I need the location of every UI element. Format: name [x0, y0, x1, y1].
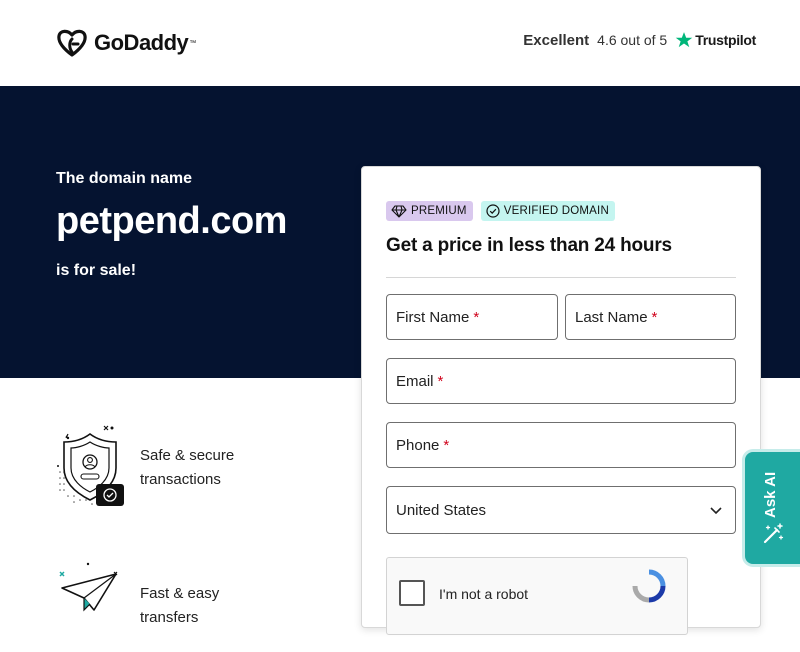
hero-post-text: is for sale! [56, 262, 137, 279]
recaptcha-logo-icon [632, 569, 666, 603]
first-name-field[interactable]: First Name * [386, 294, 558, 340]
trustpilot-text: Trustpilot [695, 32, 756, 48]
logo-text: GoDaddy [94, 30, 189, 55]
check-circle-icon [486, 204, 500, 218]
country-select[interactable]: United States [386, 486, 736, 534]
trustpilot-rating[interactable]: Excellent 4.6 out of 5 Trustpilot [523, 31, 756, 49]
top-bar: GoDaddy ™ Excellent 4.6 out of 5 Trustpil… [0, 0, 800, 86]
required-mark: * [443, 436, 450, 454]
feature-transfer: Fast & easy transfers [54, 560, 260, 652]
shield-check-icon [57, 425, 124, 506]
last-name-field[interactable]: Last Name * [565, 294, 736, 340]
card-title: Get a price in less than 24 hours [386, 235, 672, 256]
divider [386, 277, 736, 278]
rating-label: Excellent [523, 31, 590, 49]
premium-badge-text: PREMIUM [411, 205, 467, 217]
diamond-icon [391, 204, 407, 218]
recaptcha-checkbox[interactable] [399, 580, 425, 606]
ask-ai-button[interactable]: Ask AI [745, 452, 800, 564]
required-mark: * [473, 308, 480, 326]
verified-domain-badge: VERIFIED DOMAIN [480, 201, 615, 221]
feature-transfer-text: Fast & easy transfers [140, 585, 220, 626]
first-name-label: First Name [396, 308, 470, 326]
magic-wand-icon [763, 523, 784, 544]
godaddy-logo-icon [57, 29, 87, 57]
domain-name: petpend.com [56, 200, 287, 242]
email-label: Email [396, 372, 434, 390]
chevron-down-icon [710, 507, 722, 515]
recaptcha-widget: I'm not a robot [386, 557, 688, 635]
required-mark: * [651, 308, 658, 326]
badge-row: PREMIUM VERIFIED DOMAIN [386, 201, 623, 221]
required-mark: * [437, 372, 444, 390]
logo-trademark: ™ [189, 39, 197, 47]
email-field[interactable]: Email * [386, 358, 736, 404]
paper-plane-icon [59, 562, 118, 612]
trustpilot-brand: Trustpilot [675, 31, 756, 49]
phone-field[interactable]: Phone * [386, 422, 736, 468]
trustpilot-star-icon [675, 32, 693, 48]
godaddy-logo[interactable]: GoDaddy ™ [56, 28, 196, 58]
last-name-label: Last Name [575, 308, 648, 326]
ask-ai-label: Ask AI [762, 471, 779, 518]
verified-badge-text: VERIFIED DOMAIN [503, 205, 609, 217]
premium-badge: PREMIUM [386, 201, 473, 221]
hero-pre-text: The domain name [56, 170, 193, 187]
rating-score: 4.6 out of 5 [597, 32, 668, 48]
phone-label: Phone [396, 436, 440, 454]
country-value: United States [396, 501, 487, 519]
feature-secure-text: Safe & secure transactions [140, 447, 235, 488]
feature-secure: Safe & secure transactions [54, 422, 260, 514]
price-request-card: PREMIUM VERIFIED DOMAIN Get a price in l… [361, 166, 761, 635]
